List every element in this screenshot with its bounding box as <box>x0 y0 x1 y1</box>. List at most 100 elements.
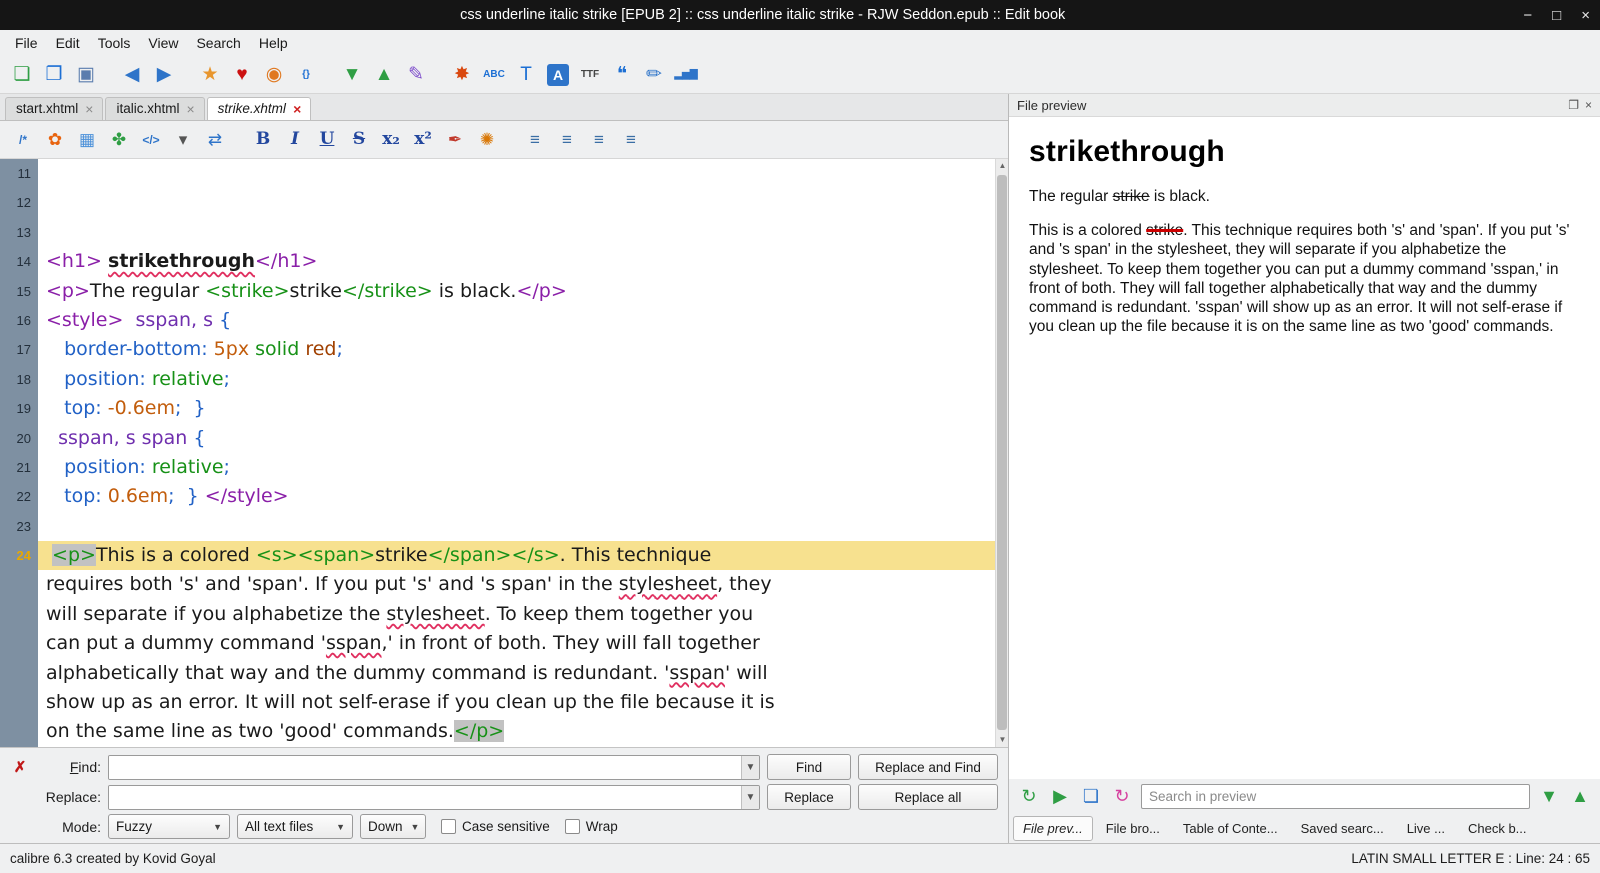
mark-file-icon[interactable]: ★ <box>196 61 224 89</box>
tab-strike.xhtml[interactable]: strike.xhtml × <box>206 97 312 120</box>
refresh-preview-icon[interactable]: ↻ <box>1017 784 1041 808</box>
code-row[interactable]: 17 border-bottom: 5px solid red; <box>0 335 995 365</box>
back-icon[interactable]: ◀ <box>118 61 146 89</box>
close-panel-icon[interactable]: × <box>1585 99 1592 111</box>
minimize-icon[interactable]: − <box>1523 8 1532 23</box>
code-row[interactable]: 13 <box>0 217 995 248</box>
paint-bucket-icon[interactable]: ✺ <box>474 127 500 153</box>
code-row[interactable]: 14 <h1> strikethrough</h1> <box>0 247 995 277</box>
beautify-icon[interactable]: ✏ <box>640 61 668 89</box>
arrange-icon[interactable]: ◉ <box>260 61 288 89</box>
comment-icon[interactable]: /* <box>10 127 36 153</box>
code-row[interactable]: on the same line as two 'good' commands.… <box>0 717 995 747</box>
code-row[interactable]: 20 sspan, s span { <box>0 423 995 453</box>
underline-icon[interactable]: U <box>314 127 340 153</box>
panel-tab-file-prev-[interactable]: File prev... <box>1013 815 1093 841</box>
tab-start.xhtml[interactable]: start.xhtml × <box>5 97 104 120</box>
align-left-icon[interactable]: ≡ <box>522 127 548 153</box>
file-icon[interactable]: ❏ <box>1079 784 1103 808</box>
tab-close-icon[interactable]: × <box>293 102 301 116</box>
code-row[interactable]: 16 <style> sspan, s { <box>0 305 995 336</box>
code-row[interactable]: show up as an error. It will not self-er… <box>0 688 995 718</box>
direction-select[interactable]: Down ▼ <box>360 814 426 839</box>
run-preview-icon[interactable]: ▶ <box>1048 784 1072 808</box>
dropdown-arrow-icon[interactable]: ▾ <box>170 127 196 153</box>
panel-tab-saved-searc-[interactable]: Saved searc... <box>1291 816 1394 841</box>
replace-and-find-button[interactable]: Replace and Find <box>858 754 998 780</box>
panel-tab-table-of-conte-[interactable]: Table of Conte... <box>1173 816 1288 841</box>
bold-icon[interactable]: B <box>250 127 276 153</box>
replace-button[interactable]: Replace <box>767 784 851 810</box>
tab-close-icon[interactable]: × <box>186 102 194 116</box>
replace-all-button[interactable]: Replace all <box>858 784 998 810</box>
manage-fonts-icon[interactable]: TTF <box>576 61 604 89</box>
editor-scrollbar[interactable]: ▲ ▼ <box>995 159 1008 747</box>
find-next-icon[interactable]: ▼ <box>1537 784 1561 808</box>
close-icon[interactable]: × <box>1581 8 1590 23</box>
find-combobox[interactable]: ▼ <box>108 754 760 780</box>
checkbox-icon[interactable] <box>564 819 580 834</box>
italic-icon[interactable]: I <box>282 127 308 153</box>
menu-help[interactable]: Help <box>250 32 297 54</box>
insert-tag-icon[interactable]: {} <box>292 61 320 89</box>
tab-italic.xhtml[interactable]: italic.xhtml × <box>105 97 205 120</box>
panel-tab-live-[interactable]: Live ... <box>1397 816 1455 841</box>
forward-icon[interactable]: ▶ <box>150 61 178 89</box>
flower-icon[interactable]: ✿ <box>42 127 68 153</box>
open-book-icon[interactable]: ❐ <box>40 61 68 89</box>
panel-tab-check-b-[interactable]: Check b... <box>1458 816 1537 841</box>
close-search-icon[interactable]: ✗ <box>8 758 32 776</box>
reports-book-icon[interactable]: A <box>547 63 569 86</box>
align-justify-icon[interactable]: ≡ <box>618 127 644 153</box>
subscript-icon[interactable]: x₂ <box>378 127 404 153</box>
replace-input[interactable] <box>109 785 741 809</box>
scrollbar-thumb[interactable] <box>997 175 1007 730</box>
align-right-icon[interactable]: ≡ <box>586 127 612 153</box>
replace-combobox[interactable]: ▼ <box>108 784 760 810</box>
code-row[interactable]: 11 <box>0 159 995 189</box>
save-icon[interactable]: ▣ <box>72 61 100 89</box>
find-button[interactable]: Find <box>767 754 851 780</box>
menu-edit[interactable]: Edit <box>47 32 89 54</box>
code-row[interactable]: 15 <p>The regular <strike>strike</strike>… <box>0 276 995 306</box>
superscript-icon[interactable]: x² <box>410 127 436 153</box>
find-previous-icon[interactable]: ▲ <box>1568 784 1592 808</box>
code-row[interactable]: 19 top: -0.6em; } <box>0 394 995 424</box>
case-sensitive-checkbox[interactable]: Case sensitive <box>441 819 550 834</box>
code-row[interactable]: 21 position: relative; <box>0 452 995 483</box>
reload-icon[interactable]: ↻ <box>1110 784 1134 808</box>
donate-icon[interactable]: ♥ <box>228 61 256 89</box>
replace-dropdown-icon[interactable]: ▼ <box>741 785 759 809</box>
scroll-down-icon[interactable]: ▼ <box>996 733 1008 747</box>
text-search-icon[interactable]: T <box>512 61 540 89</box>
swap-icon[interactable]: ⇄ <box>202 127 228 153</box>
menu-view[interactable]: View <box>139 32 187 54</box>
tab-close-icon[interactable]: × <box>85 102 93 116</box>
menu-file[interactable]: File <box>6 32 47 54</box>
code-row[interactable]: 22 top: 0.6em; } </style> <box>0 482 995 512</box>
code-area[interactable]: 11 12 13 14 <h1> strikethrough</h1> 15 <p>The … <box>0 159 995 747</box>
code-editor[interactable]: 11 12 13 14 <h1> strikethrough</h1> 15 <p>The … <box>0 159 1008 747</box>
align-center-icon[interactable]: ≡ <box>554 127 580 153</box>
maximize-icon[interactable]: □ <box>1552 8 1561 23</box>
find-dropdown-icon[interactable]: ▼ <box>741 755 759 779</box>
preview-search-input[interactable] <box>1141 783 1530 809</box>
brush-icon[interactable]: ✒ <box>442 127 468 153</box>
pen-icon[interactable]: ✎ <box>402 61 430 89</box>
checkbox-icon[interactable] <box>441 819 456 834</box>
smarten-punctuation-icon[interactable]: ❝ <box>608 61 636 89</box>
arrow-up-icon[interactable]: ▲ <box>370 61 398 89</box>
code-tag-icon[interactable]: </> <box>138 127 164 153</box>
float-panel-icon[interactable]: ❐ <box>1568 99 1579 111</box>
scope-select[interactable]: All text files ▼ <box>237 814 353 839</box>
code-row[interactable]: 23 <box>0 511 995 542</box>
find-input[interactable] <box>109 755 741 779</box>
plant-icon[interactable]: ✤ <box>106 127 132 153</box>
scroll-up-icon[interactable]: ▲ <box>996 159 1008 173</box>
panel-tab-file-bro-[interactable]: File bro... <box>1096 816 1170 841</box>
code-row[interactable]: alphabetically that way and the dummy co… <box>0 658 995 689</box>
strikethrough-icon[interactable]: S <box>346 127 372 153</box>
code-row[interactable]: requires both 's' and 'span'. If you put… <box>0 570 995 600</box>
new-file-icon[interactable]: ❏ <box>8 61 36 89</box>
mode-select[interactable]: Fuzzy ▼ <box>108 814 230 839</box>
